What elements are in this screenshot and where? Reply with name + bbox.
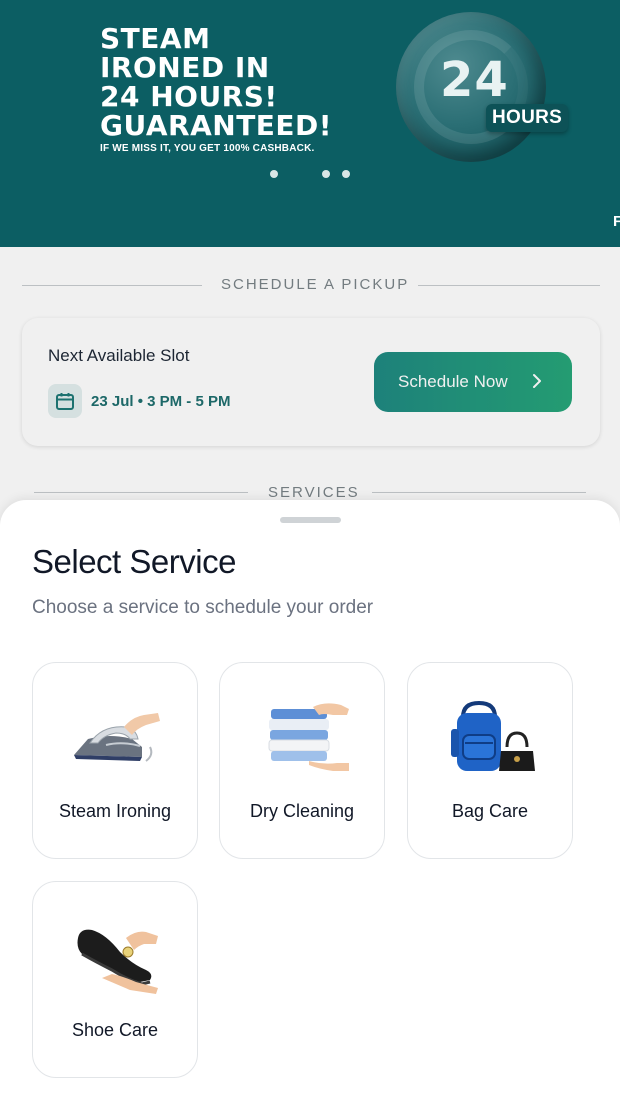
promo-banner[interactable]: STEAM IRONED IN 24 HOURS! GUARANTEED! IF… <box>0 0 620 247</box>
next-slide-peek: F <box>613 213 620 230</box>
carousel-dot <box>342 170 350 178</box>
service-label: Bag Care <box>451 801 529 821</box>
select-service-sheet: Select Service Choose a service to sched… <box>0 500 620 1102</box>
carousel-dot <box>322 170 330 178</box>
badge-number: 24 <box>440 52 509 108</box>
sheet-title: Select Service <box>32 543 236 580</box>
folded-clothes-icon <box>253 699 353 779</box>
steam-iron-icon <box>66 699 166 779</box>
service-label: Steam Ironing <box>58 801 172 821</box>
bags-icon <box>441 699 541 779</box>
service-label: Dry Cleaning <box>249 801 355 821</box>
service-card-bag-care[interactable]: Bag Care <box>407 662 573 859</box>
shoe-polish-icon <box>66 918 166 998</box>
badge-label: HOURS <box>486 104 569 132</box>
service-label: Shoe Care <box>71 1020 159 1040</box>
carousel-indicator <box>270 170 360 180</box>
service-card-dry-cleaning[interactable]: Dry Cleaning <box>219 662 385 859</box>
banner-headline: STEAM IRONED IN 24 HOURS! GUARANTEED! <box>100 22 333 142</box>
banner-subtext: IF WE MISS IT, YOU GET 100% CASHBACK. <box>100 143 315 154</box>
service-card-steam-ironing[interactable]: Steam Ironing <box>32 662 198 859</box>
service-card-shoe-care[interactable]: Shoe Care <box>32 881 198 1078</box>
carousel-dot <box>270 170 278 178</box>
sheet-drag-handle[interactable] <box>280 517 341 523</box>
sheet-subtitle: Choose a service to schedule your order <box>32 597 374 618</box>
